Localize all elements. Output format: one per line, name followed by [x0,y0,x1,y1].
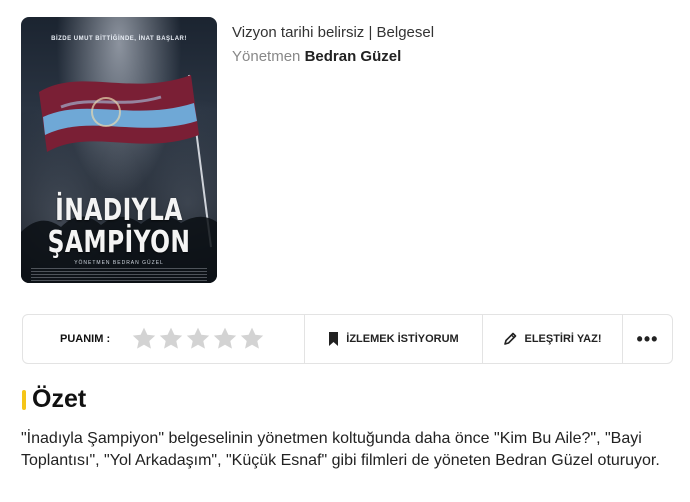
star-icon[interactable] [239,326,265,352]
poster-director-credit: YÖNETMEN BEDRAN GÜZEL [74,260,164,266]
rating-section: PUANIM : [23,315,305,363]
star-icon[interactable] [158,326,184,352]
director-label: Yönetmen [232,48,301,65]
genre-link[interactable]: Belgesel [377,24,435,41]
rating-label: PUANIM : [60,333,111,345]
director-name-link[interactable]: Bedran Güzel [305,48,402,65]
poster-tagline: BİZDE UMUT BİTTİĞİNDE, İNAT BAŞLAR! [51,36,187,42]
star-icon[interactable] [131,326,157,352]
more-options-button[interactable]: ••• [623,315,672,363]
summary-text: "İnadıyla Şampiyon" belgeselinin yönetme… [21,430,660,469]
watchlist-button[interactable]: İZLEMEK İSTİYORUM [305,315,483,363]
summary-title: Özet [32,385,87,413]
pencil-icon [503,332,517,346]
poster-title-line1: İNADIYLA [55,193,183,228]
summary-heading: Özet [22,385,86,414]
watchlist-label: İZLEMEK İSTİYORUM [346,333,459,345]
director-line: Yönetmen Bedran Güzel [232,48,401,65]
star-icon[interactable] [185,326,211,352]
rating-stars [131,326,265,352]
poster-title-line2: ŞAMPİYON [47,225,191,260]
star-icon[interactable] [212,326,238,352]
meta-separator: | [368,24,373,41]
release-genre-line: Vizyon tarihi belirsiz | Belgesel [232,24,434,41]
action-bar: PUANIM : İZLEMEK İSTİYORUM ELEŞTİRİ YAZ!… [22,314,673,364]
bookmark-icon [328,332,339,346]
summary-accent-bar [22,389,26,410]
poster-credits-block [31,268,207,283]
movie-poster[interactable]: BİZDE UMUT BİTTİĞİNDE, İNAT BAŞLAR! İNAD… [21,17,217,283]
write-review-label: ELEŞTİRİ YAZ! [524,333,602,345]
write-review-button[interactable]: ELEŞTİRİ YAZ! [483,315,623,363]
more-icon: ••• [636,328,659,349]
release-status: Vizyon tarihi belirsiz [232,24,365,41]
